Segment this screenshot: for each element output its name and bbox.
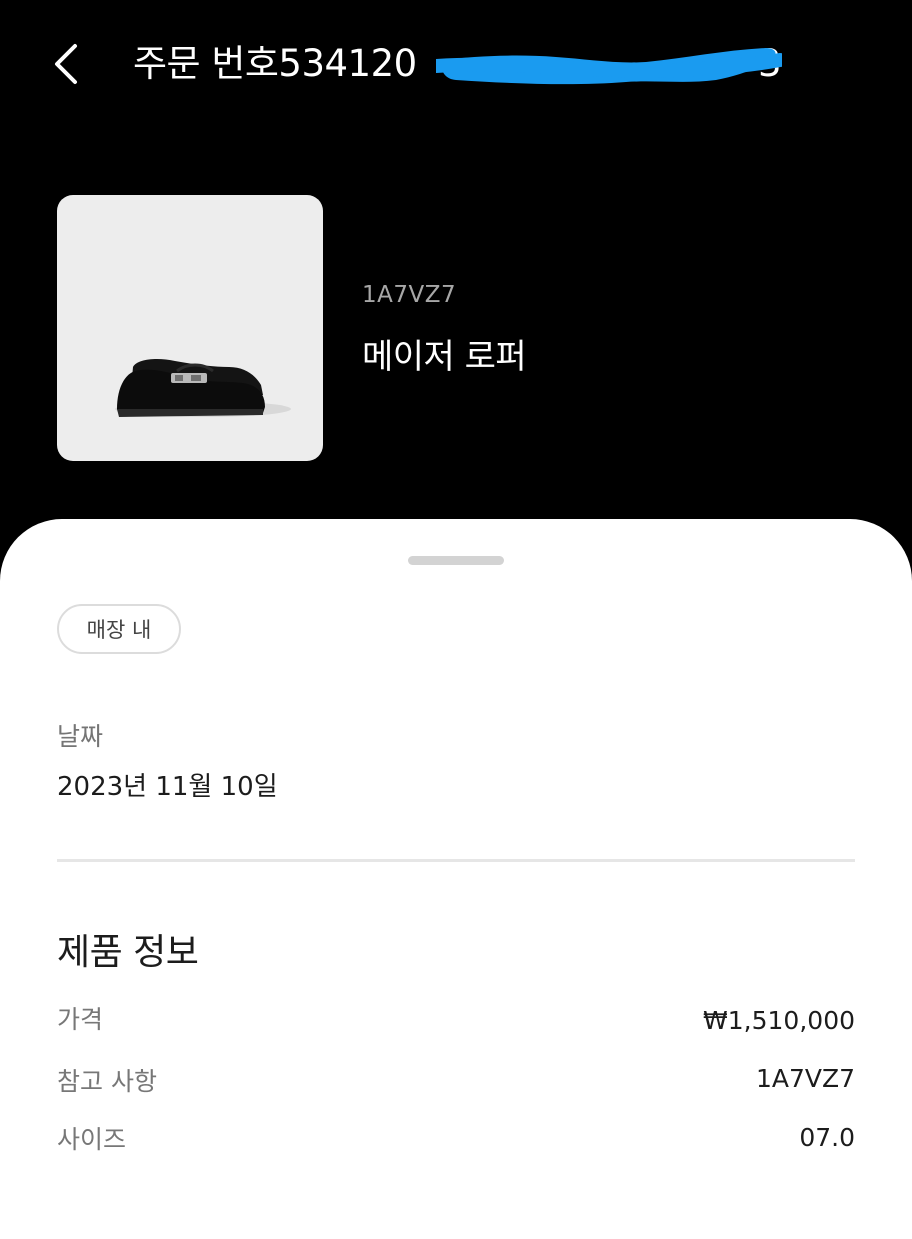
- product-name: 메이저 로퍼: [362, 337, 527, 377]
- date-value: 2023년 11월 10일: [57, 772, 278, 802]
- price-value: ₩1,510,000: [703, 1006, 855, 1035]
- date-label: 날짜: [57, 722, 104, 751]
- loafer-shoe-icon: [115, 359, 291, 417]
- back-button[interactable]: [44, 38, 88, 90]
- product-info-title: 제품 정보: [57, 932, 199, 973]
- product-sku: 1A7VZ7: [362, 282, 457, 308]
- reference-label: 참고 사항: [57, 1067, 157, 1096]
- product-image[interactable]: [57, 195, 323, 461]
- order-details-sheet: 매장 내 날짜 2023년 11월 10일 제품 정보 가격 ₩1,510,00…: [0, 519, 912, 1239]
- reference-value: 1A7VZ7: [755, 1064, 855, 1093]
- divider: [57, 859, 855, 862]
- order-number-text: 주문 번호534120: [133, 42, 417, 85]
- price-label: 가격: [57, 1005, 104, 1034]
- chevron-left-icon: [55, 44, 77, 84]
- size-value: 07.0: [799, 1123, 855, 1152]
- order-number-title: 주문 번호534120: [133, 40, 417, 88]
- top-bar: 주문 번호534120 3: [0, 0, 912, 130]
- redaction-mark: [436, 48, 782, 85]
- size-label: 사이즈: [57, 1125, 127, 1154]
- sheet-drag-handle[interactable]: [408, 556, 504, 565]
- purchase-channel-chip: 매장 내: [57, 604, 181, 654]
